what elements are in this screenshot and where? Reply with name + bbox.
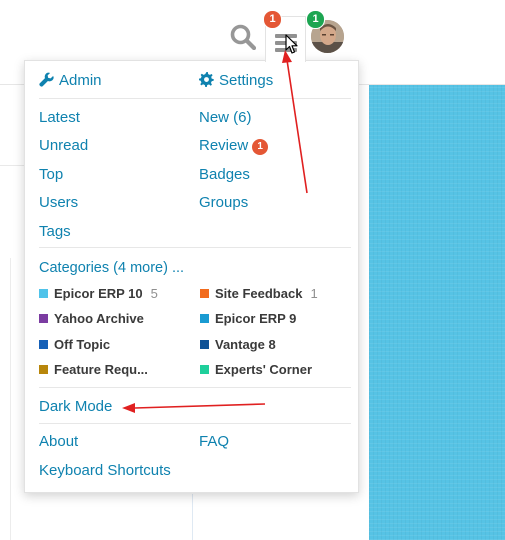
category-item[interactable]: Vantage 8 (200, 337, 276, 353)
content-divider (0, 165, 26, 166)
keyboard-shortcuts-link[interactable]: Keyboard Shortcuts (39, 462, 171, 480)
review-label: Review (199, 137, 249, 154)
category-color-swatch (39, 365, 48, 374)
review-link[interactable]: Review 1 (199, 137, 269, 155)
category-item[interactable]: Yahoo Archive (39, 311, 144, 327)
content-border (10, 258, 11, 540)
category-color-swatch (200, 289, 209, 298)
category-count: 1 (310, 286, 318, 301)
tags-link[interactable]: Tags (39, 223, 71, 241)
badges-link[interactable]: Badges (199, 166, 250, 184)
gear-icon (198, 72, 214, 92)
wrench-icon (39, 72, 54, 92)
category-item[interactable]: Off Topic (39, 337, 110, 353)
category-color-swatch (200, 365, 209, 374)
latest-link[interactable]: Latest (39, 109, 80, 127)
new-link[interactable]: New (6) (199, 109, 252, 127)
category-color-swatch (39, 314, 48, 323)
settings-link[interactable]: Settings (198, 72, 274, 92)
admin-label: Admin (59, 72, 102, 89)
review-badge: 1 (252, 139, 269, 155)
faq-link[interactable]: FAQ (199, 433, 229, 451)
menu-divider (39, 423, 351, 424)
category-item[interactable]: Epicor ERP 9 (200, 311, 296, 327)
dark-mode-toggle[interactable]: Dark Mode (39, 398, 112, 416)
search-icon[interactable] (230, 24, 257, 51)
menu-divider (39, 98, 351, 99)
users-link[interactable]: Users (39, 194, 78, 212)
settings-label: Settings (219, 72, 274, 89)
category-color-swatch (39, 289, 48, 298)
category-item[interactable]: Site Feedback 1 (200, 286, 318, 302)
notification-badge: 1 (263, 10, 282, 29)
unread-link[interactable]: Unread (39, 137, 88, 155)
menu-divider (39, 387, 351, 388)
top-link[interactable]: Top (39, 166, 63, 184)
category-color-swatch (200, 314, 209, 323)
category-count: 5 (150, 286, 158, 301)
category-item[interactable]: Feature Requ... (39, 362, 148, 378)
about-link[interactable]: About (39, 433, 78, 451)
category-color-swatch (39, 340, 48, 349)
category-item[interactable]: Epicor ERP 10 5 (39, 286, 158, 302)
content-border (192, 494, 193, 540)
admin-link[interactable]: Admin (39, 72, 102, 92)
menu-divider (39, 247, 351, 248)
background-banner (369, 85, 505, 540)
hamburger-menu-panel: Admin Settings Latest New (6) Unread Rev… (24, 60, 359, 493)
avatar-notification-badge: 1 (306, 10, 325, 29)
categories-link[interactable]: Categories (4 more) ... (39, 259, 184, 277)
category-color-swatch (200, 340, 209, 349)
groups-link[interactable]: Groups (199, 194, 248, 212)
category-item[interactable]: Experts' Corner (200, 362, 312, 378)
mouse-cursor-icon (285, 34, 299, 60)
